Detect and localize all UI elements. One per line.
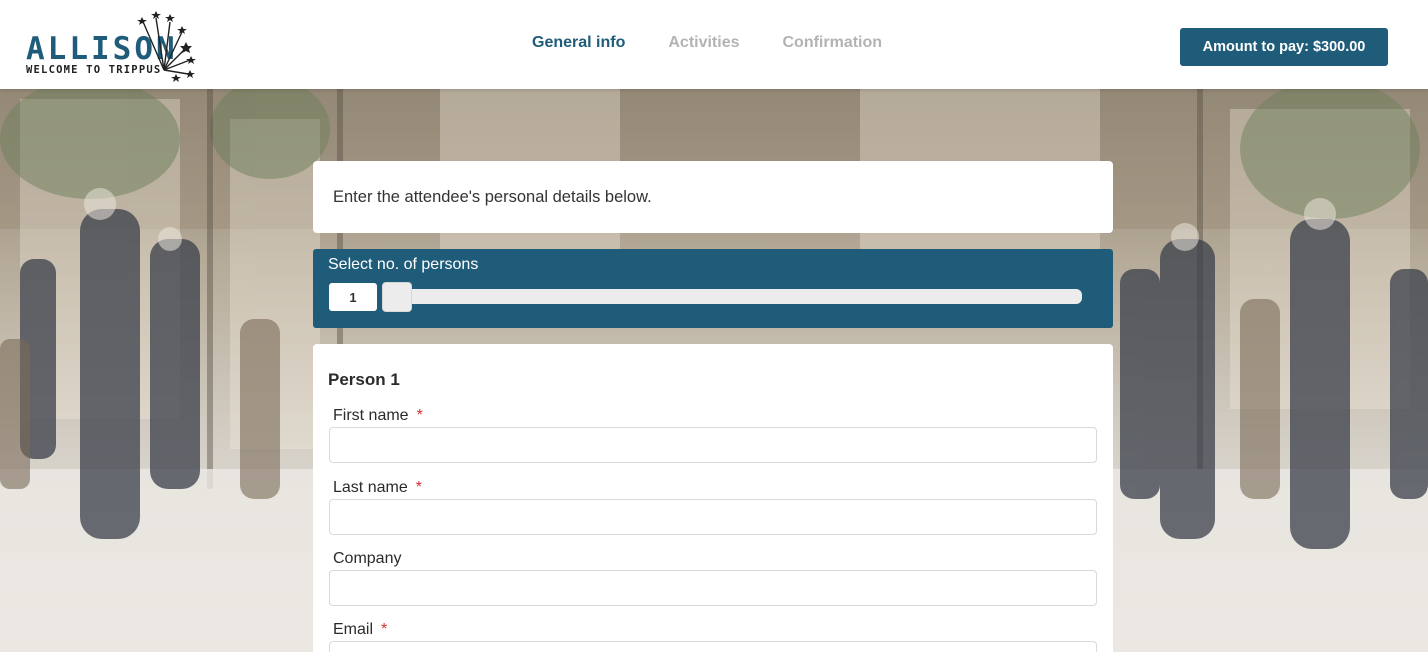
first-name-label: First name * [333,407,423,425]
required-marker: * [416,407,423,424]
persons-count-display[interactable]: 1 [329,283,377,311]
last-name-label: Last name * [333,479,422,497]
persons-slider-handle[interactable] [382,282,412,312]
first-name-field[interactable] [329,427,1097,463]
persons-selector-label: Select no. of persons [328,256,479,273]
last-name-label-text: Last name [333,479,408,496]
email-field[interactable] [329,641,1097,652]
persons-selector-panel: Select no. of persons 1 [313,249,1113,328]
person-title: Person 1 [328,370,400,389]
intro-text: Enter the attendee's personal details be… [333,187,652,206]
logo[interactable]: ALLISON WELCOME TO TRIPPUS [24,8,200,82]
required-marker: * [381,621,388,638]
tab-confirmation[interactable]: Confirmation [783,34,883,52]
header-bar: ALLISON WELCOME TO TRIPPUS General info … [0,0,1428,89]
amount-to-pay-button[interactable]: Amount to pay: $300.00 [1180,28,1388,66]
company-label-text: Company [333,550,402,567]
last-name-field[interactable] [329,499,1097,535]
persons-slider-track[interactable] [392,289,1082,304]
fireworks-stars-icon [137,11,196,82]
company-label: Company [333,550,401,568]
tab-activities[interactable]: Activities [668,34,739,52]
email-label: Email * [333,621,387,639]
step-nav: General info Activities Confirmation [532,34,882,52]
email-label-text: Email [333,621,374,638]
tab-general-info[interactable]: General info [532,34,625,52]
first-name-label-text: First name [333,407,409,424]
intro-panel: Enter the attendee's personal details be… [313,161,1113,233]
person-form-panel: Person 1 First name * Last name * Company … [313,344,1113,652]
company-field[interactable] [329,570,1097,606]
required-marker: * [415,479,422,496]
